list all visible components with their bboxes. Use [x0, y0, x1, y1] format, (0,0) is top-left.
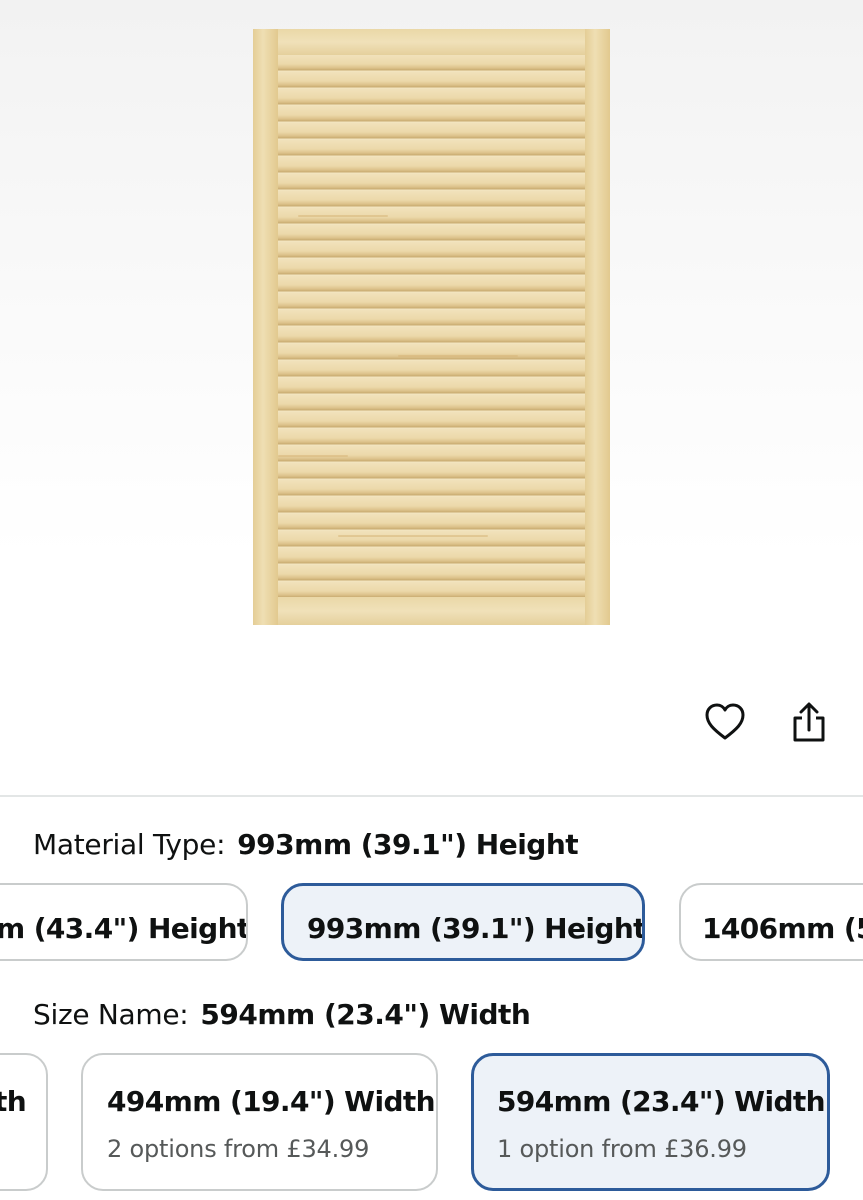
material-option-993mm-height[interactable]: 993mm (39.1") Height — [281, 883, 645, 961]
option-price-summary: 1 option from £36.99 — [497, 1135, 747, 1163]
size-option-partial[interactable]: th — [0, 1053, 48, 1191]
shutter-slats — [278, 55, 585, 597]
material-option-43-4-height[interactable]: m (43.4") Height — [0, 883, 248, 961]
size-name-label: Size Name: — [33, 998, 189, 1031]
shutter-right-stile — [585, 29, 610, 625]
option-label: 993mm (39.1") Height — [307, 912, 645, 945]
material-type-row: Material Type: 993mm (39.1") Height — [33, 828, 579, 861]
size-name-row: Size Name: 594mm (23.4") Width — [33, 998, 531, 1031]
option-label: th — [0, 1085, 27, 1118]
option-label: m (43.4") Height — [0, 912, 248, 945]
size-option-494mm-width[interactable]: 494mm (19.4") Width 2 options from £34.9… — [81, 1053, 438, 1191]
heart-icon[interactable] — [701, 698, 749, 746]
size-name-selected-value: 594mm (23.4") Width — [200, 998, 531, 1031]
material-option-1406mm-height[interactable]: 1406mm (5 — [679, 883, 863, 961]
shutter-bottom-rail — [278, 597, 585, 625]
option-label: 1406mm (5 — [702, 912, 863, 945]
option-price-summary: 2 options from £34.99 — [107, 1135, 370, 1163]
shutter-left-stile — [253, 29, 278, 625]
shutter-top-rail — [278, 29, 585, 55]
material-type-label: Material Type: — [33, 828, 226, 861]
product-image-area — [0, 0, 863, 795]
product-image[interactable] — [253, 29, 610, 625]
product-actions — [0, 700, 863, 750]
option-label: 494mm (19.4") Width — [107, 1085, 436, 1118]
section-divider — [0, 795, 863, 797]
option-label: 594mm (23.4") Width — [497, 1085, 826, 1118]
share-icon[interactable] — [785, 698, 833, 746]
material-type-selected-value: 993mm (39.1") Height — [237, 828, 579, 861]
size-option-594mm-width[interactable]: 594mm (23.4") Width 1 option from £36.99 — [471, 1053, 830, 1191]
